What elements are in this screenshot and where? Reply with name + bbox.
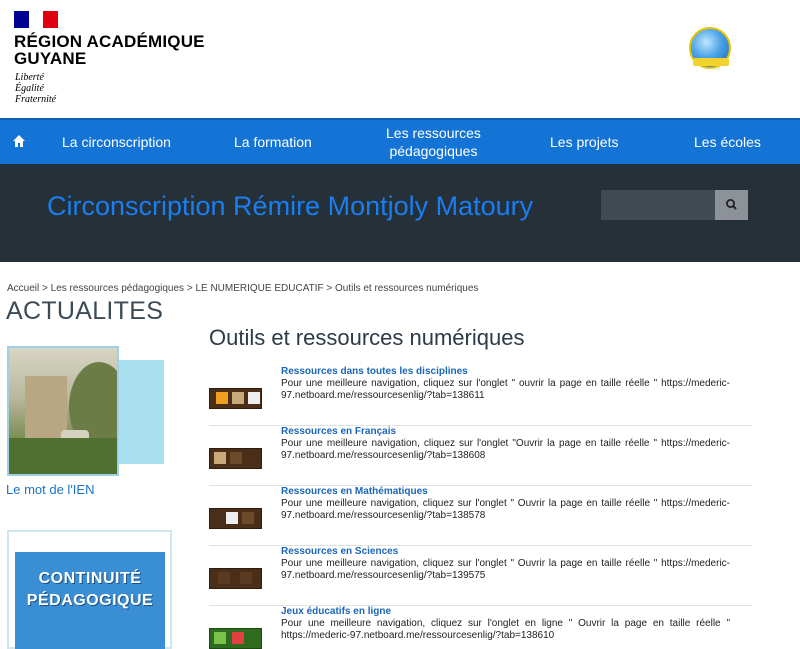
resource-description: Pour une meilleure navigation, cliquez s… xyxy=(281,498,730,521)
search-button[interactable] xyxy=(715,190,748,220)
motto-egalite: Égalité xyxy=(15,83,44,94)
nav-item-formation[interactable]: La formation xyxy=(234,133,312,151)
nav-item-circonscription[interactable]: La circonscription xyxy=(62,133,171,151)
resource-description: Pour une meilleure navigation, cliquez s… xyxy=(281,438,730,461)
ien-link[interactable]: Le mot de l'IEN xyxy=(6,482,94,498)
ien-photo-backdrop xyxy=(119,360,164,464)
home-icon[interactable] xyxy=(12,134,26,148)
actualites-heading: ACTUALITES xyxy=(6,297,164,325)
continuite-line1: CONTINUITÉ xyxy=(38,570,142,587)
motto-liberte: Liberté xyxy=(15,72,44,83)
resource-title-link[interactable]: Ressources dans toutes les disciplines xyxy=(281,366,468,378)
main-nav: La circonscription La formation Les ress… xyxy=(0,118,800,164)
globe-logo-ribbon xyxy=(693,58,729,66)
resource-thumbnail[interactable] xyxy=(209,508,262,529)
ien-photo[interactable] xyxy=(7,346,119,476)
resource-item: Jeux éducatifs en ligne Pour une meilleu… xyxy=(209,606,752,649)
republic-motto: Liberté Égalité Fraternité xyxy=(15,72,56,105)
continuite-line2: PÉDAGOGIQUE xyxy=(26,592,154,609)
resource-description: Pour une meilleure navigation, cliquez s… xyxy=(281,558,730,581)
resource-thumbnail[interactable] xyxy=(209,628,262,649)
nav-item-projets[interactable]: Les projets xyxy=(550,133,618,151)
search-icon xyxy=(725,198,737,210)
resource-thumbnail[interactable] xyxy=(209,388,262,409)
site-title[interactable]: Circonscription Rémire Montjoly Matoury xyxy=(47,189,533,223)
motto-fraternite: Fraternité xyxy=(15,94,57,105)
resource-title-link[interactable]: Ressources en Français xyxy=(281,426,396,438)
page-title: Outils et ressources numériques xyxy=(209,325,525,350)
continuite-pedagogique-banner: CONTINUITÉ PÉDAGOGIQUE xyxy=(15,552,165,649)
resource-title-link[interactable]: Ressources en Mathématiques xyxy=(281,486,428,498)
resource-item: Ressources dans toutes les disciplines P… xyxy=(209,366,752,426)
nav-item-ressources-line1: Les ressources xyxy=(386,125,481,141)
continuite-pedagogique-card[interactable]: CONTINUITÉ PÉDAGOGIQUE xyxy=(7,530,172,649)
resource-description: Pour une meilleure navigation, cliquez s… xyxy=(281,378,730,401)
resource-item: Ressources en Mathématiques Pour une mei… xyxy=(209,486,752,546)
region-title-line1: RÉGION ACADÉMIQUE xyxy=(14,32,205,51)
nav-item-ecoles[interactable]: Les écoles xyxy=(694,133,761,151)
resource-item: Ressources en Français Pour une meilleur… xyxy=(209,426,752,486)
breadcrumb[interactable]: Accueil > Les ressources pédagogiques > … xyxy=(7,283,478,295)
resource-title-link[interactable]: Jeux éducatifs en ligne xyxy=(281,606,391,618)
nav-item-ressources-line2: pédagogiques xyxy=(389,143,478,159)
resource-thumbnail[interactable] xyxy=(209,448,262,469)
marianne-flag-logo xyxy=(14,11,59,28)
site-header: RÉGION ACADÉMIQUE GUYANE Liberté Égalité… xyxy=(0,0,800,118)
resource-item: Ressources en Sciences Pour une meilleur… xyxy=(209,546,752,606)
region-title[interactable]: RÉGION ACADÉMIQUE GUYANE xyxy=(14,33,205,67)
region-title-line2: GUYANE xyxy=(14,49,87,68)
continuite-pedagogique-text: CONTINUITÉ PÉDAGOGIQUE xyxy=(15,568,165,612)
resource-title-link[interactable]: Ressources en Sciences xyxy=(281,546,398,558)
nav-item-ressources-pedagogiques[interactable]: Les ressources pédagogiques xyxy=(386,124,481,160)
resource-thumbnail[interactable] xyxy=(209,568,262,589)
search-input[interactable] xyxy=(601,190,715,220)
resource-description: Pour une meilleure navigation, cliquez s… xyxy=(281,618,730,641)
